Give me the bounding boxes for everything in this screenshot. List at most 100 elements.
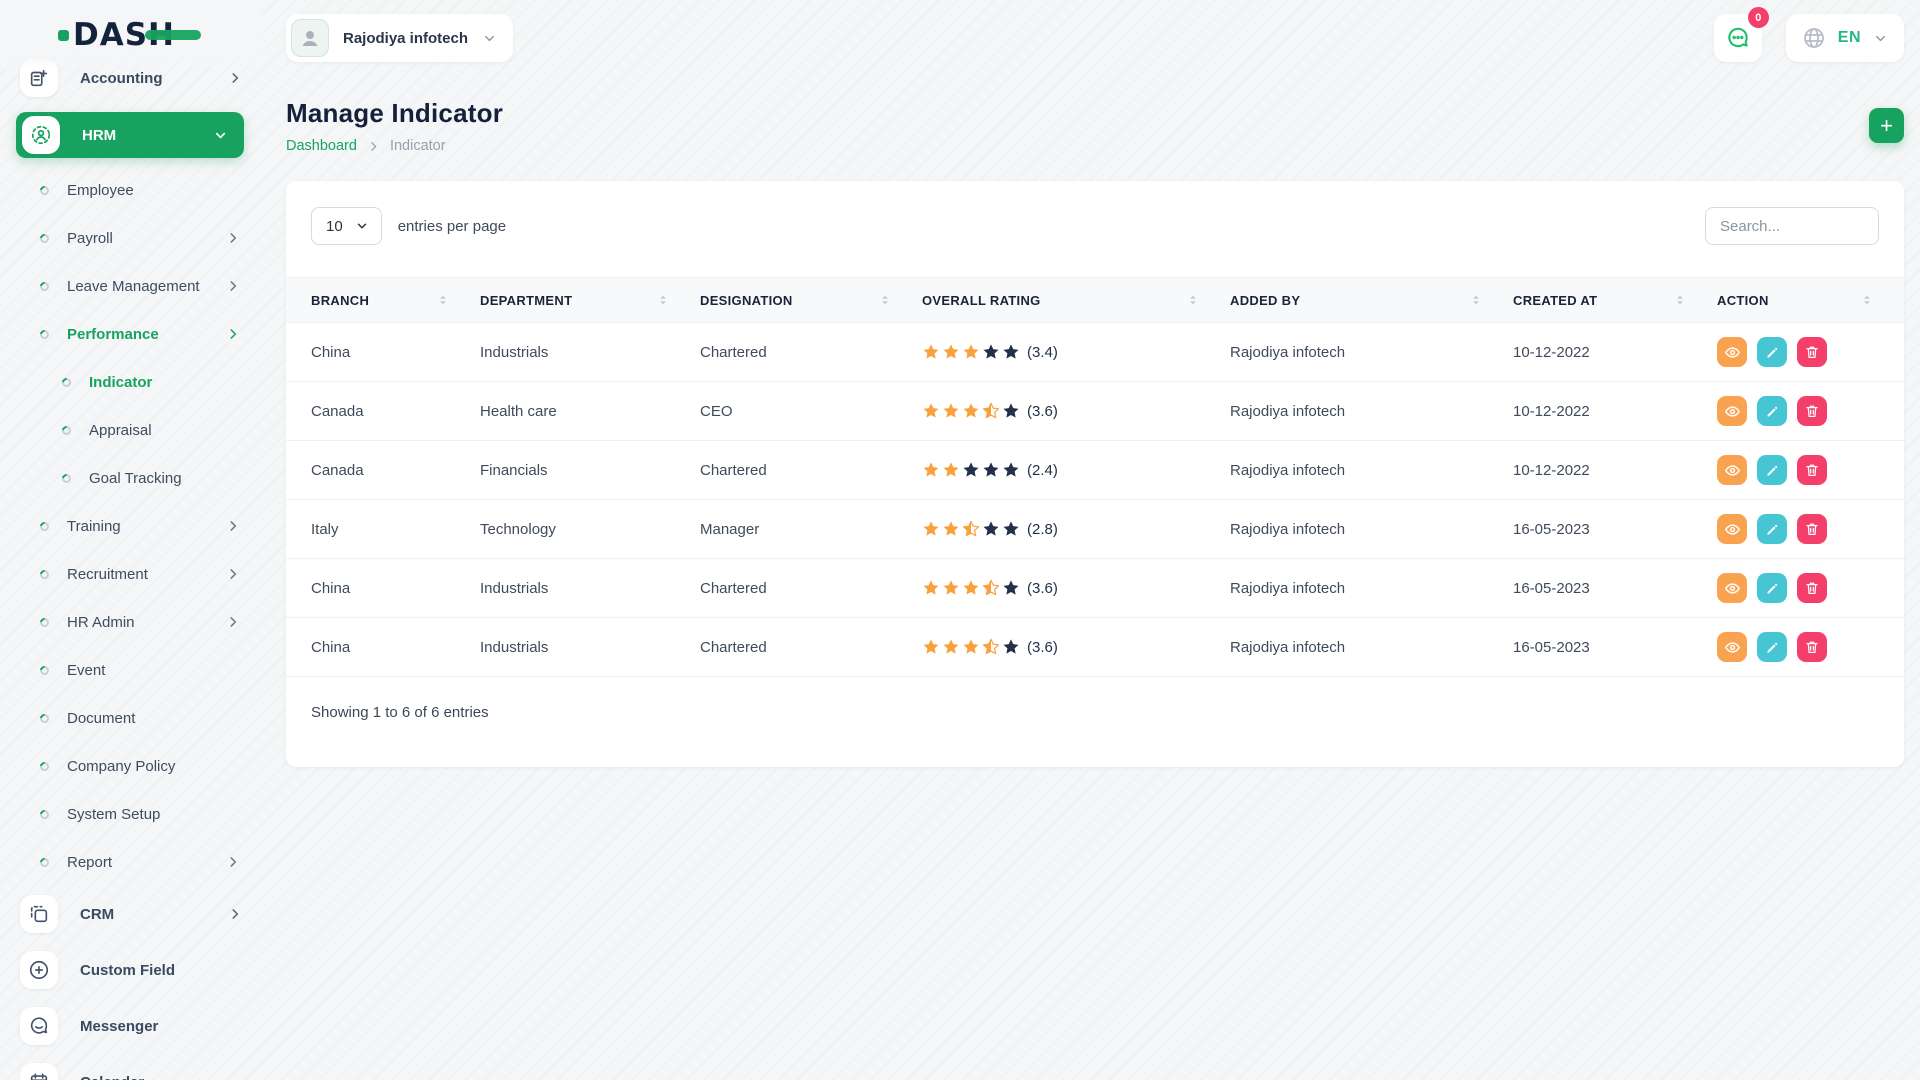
trash-icon [1804,521,1820,537]
chevron-right-icon [367,140,380,153]
messages-badge: 0 [1748,7,1769,28]
sidebar-item-report[interactable]: Report [0,838,262,886]
delete-button[interactable] [1797,396,1827,426]
view-button[interactable] [1717,573,1747,603]
sidebar-item-payroll[interactable]: Payroll [0,214,262,262]
column-header-created-at[interactable]: CREATED AT [1513,293,1717,308]
star-half-icon [982,402,1000,420]
sidebar-item-recruitment[interactable]: Recruitment [0,550,262,598]
column-header-action[interactable]: ACTION [1717,293,1904,308]
sidebar-item-label: Payroll [67,230,113,247]
sidebar-item-messenger[interactable]: Messenger [0,998,262,1054]
sidebar-item-hrm[interactable]: HRM [16,112,244,158]
delete-button[interactable] [1797,337,1827,367]
pencil-icon [1765,522,1780,537]
edit-button[interactable] [1757,396,1787,426]
column-header-overall-rating[interactable]: OVERALL RATING [922,293,1230,308]
cell-department: Industrials [480,580,700,597]
entries-per-page-select[interactable]: 10 [311,207,382,245]
bullet-icon [38,616,51,629]
rating-value: (3.4) [1027,344,1058,361]
bullet-icon [60,376,73,389]
column-header-designation[interactable]: DESIGNATION [700,293,922,308]
sidebar-item-training[interactable]: Training [0,502,262,550]
eye-icon [1724,521,1741,538]
sidebar-item-hr-admin[interactable]: HR Admin [0,598,262,646]
chevron-right-icon [228,71,242,85]
add-indicator-button[interactable]: + [1869,108,1904,143]
edit-button[interactable] [1757,514,1787,544]
sidebar-item-crm[interactable]: CRM [0,886,262,942]
star-empty-icon [1002,520,1020,538]
delete-button[interactable] [1797,573,1827,603]
eye-icon [1724,462,1741,479]
view-button[interactable] [1717,337,1747,367]
chevron-right-icon [226,615,240,629]
edit-button[interactable] [1757,455,1787,485]
sidebar-item-company-policy[interactable]: Company Policy [0,742,262,790]
sidebar-item-calendar[interactable]: Calendar [0,1054,262,1080]
plus-icon: + [1880,115,1893,137]
view-button[interactable] [1717,514,1747,544]
sidebar-item-performance[interactable]: Performance [0,310,262,358]
bullet-icon [38,856,51,869]
cell-designation: Manager [700,521,922,538]
chevron-right-icon [226,279,240,293]
chevron-right-icon [226,231,240,245]
column-header-added-by[interactable]: ADDED BY [1230,293,1513,308]
sidebar-item-label: HRM [82,127,116,144]
breadcrumb-dashboard-link[interactable]: Dashboard [286,138,357,154]
search-input[interactable] [1705,207,1879,245]
delete-button[interactable] [1797,514,1827,544]
view-button[interactable] [1717,632,1747,662]
sidebar-item-label: Custom Field [80,962,175,979]
sidebar-item-system-setup[interactable]: System Setup [0,790,262,838]
language-selector[interactable]: EN [1786,14,1904,62]
sidebar-item-document[interactable]: Document [0,694,262,742]
sort-icon [878,293,892,307]
sidebar-item-label: Training [67,518,121,535]
sidebar-item-custom-field[interactable]: Custom Field [0,942,262,998]
brand-logo[interactable]: DASH [58,17,175,53]
pencil-icon [1765,581,1780,596]
rating-value: (3.6) [1027,639,1058,656]
cell-created-at: 10-12-2022 [1513,344,1717,361]
column-label: OVERALL RATING [922,293,1041,308]
cell-actions [1717,573,1904,603]
star-half-icon [982,638,1000,656]
company-selector[interactable]: Rajodiya infotech [286,14,513,62]
cell-added-by: Rajodiya infotech [1230,580,1513,597]
cell-actions [1717,337,1904,367]
sidebar-item-appraisal[interactable]: Appraisal [0,406,262,454]
sidebar-item-leave-management[interactable]: Leave Management [0,262,262,310]
cell-branch: China [311,580,480,597]
cell-overall-rating: (3.6) [922,638,1230,656]
column-header-department[interactable]: DEPARTMENT [480,293,700,308]
view-button[interactable] [1717,455,1747,485]
edit-button[interactable] [1757,632,1787,662]
eye-icon [1724,580,1741,597]
cell-overall-rating: (3.4) [922,343,1230,361]
view-button[interactable] [1717,396,1747,426]
messenger-icon [20,1007,58,1045]
table-row: ChinaIndustrialsChartered(3.6)Rajodiya i… [286,618,1904,677]
delete-button[interactable] [1797,455,1827,485]
column-header-branch[interactable]: BRANCH [311,293,480,308]
cell-department: Financials [480,462,700,479]
edit-button[interactable] [1757,573,1787,603]
star-full-icon [962,638,980,656]
sidebar-item-event[interactable]: Event [0,646,262,694]
delete-button[interactable] [1797,632,1827,662]
pencil-icon [1765,404,1780,419]
topbar: Rajodiya infotech 0 EN [262,0,1920,76]
sidebar-item-label: CRM [80,906,114,923]
star-empty-icon [982,343,1000,361]
sidebar-item-goal-tracking[interactable]: Goal Tracking [0,454,262,502]
sidebar-item-indicator[interactable]: Indicator [0,358,262,406]
edit-button[interactable] [1757,337,1787,367]
sidebar-item-employee[interactable]: Employee [0,166,262,214]
messages-button[interactable]: 0 [1714,14,1762,62]
bullet-icon [38,280,51,293]
star-full-icon [962,343,980,361]
column-label: CREATED AT [1513,293,1597,308]
